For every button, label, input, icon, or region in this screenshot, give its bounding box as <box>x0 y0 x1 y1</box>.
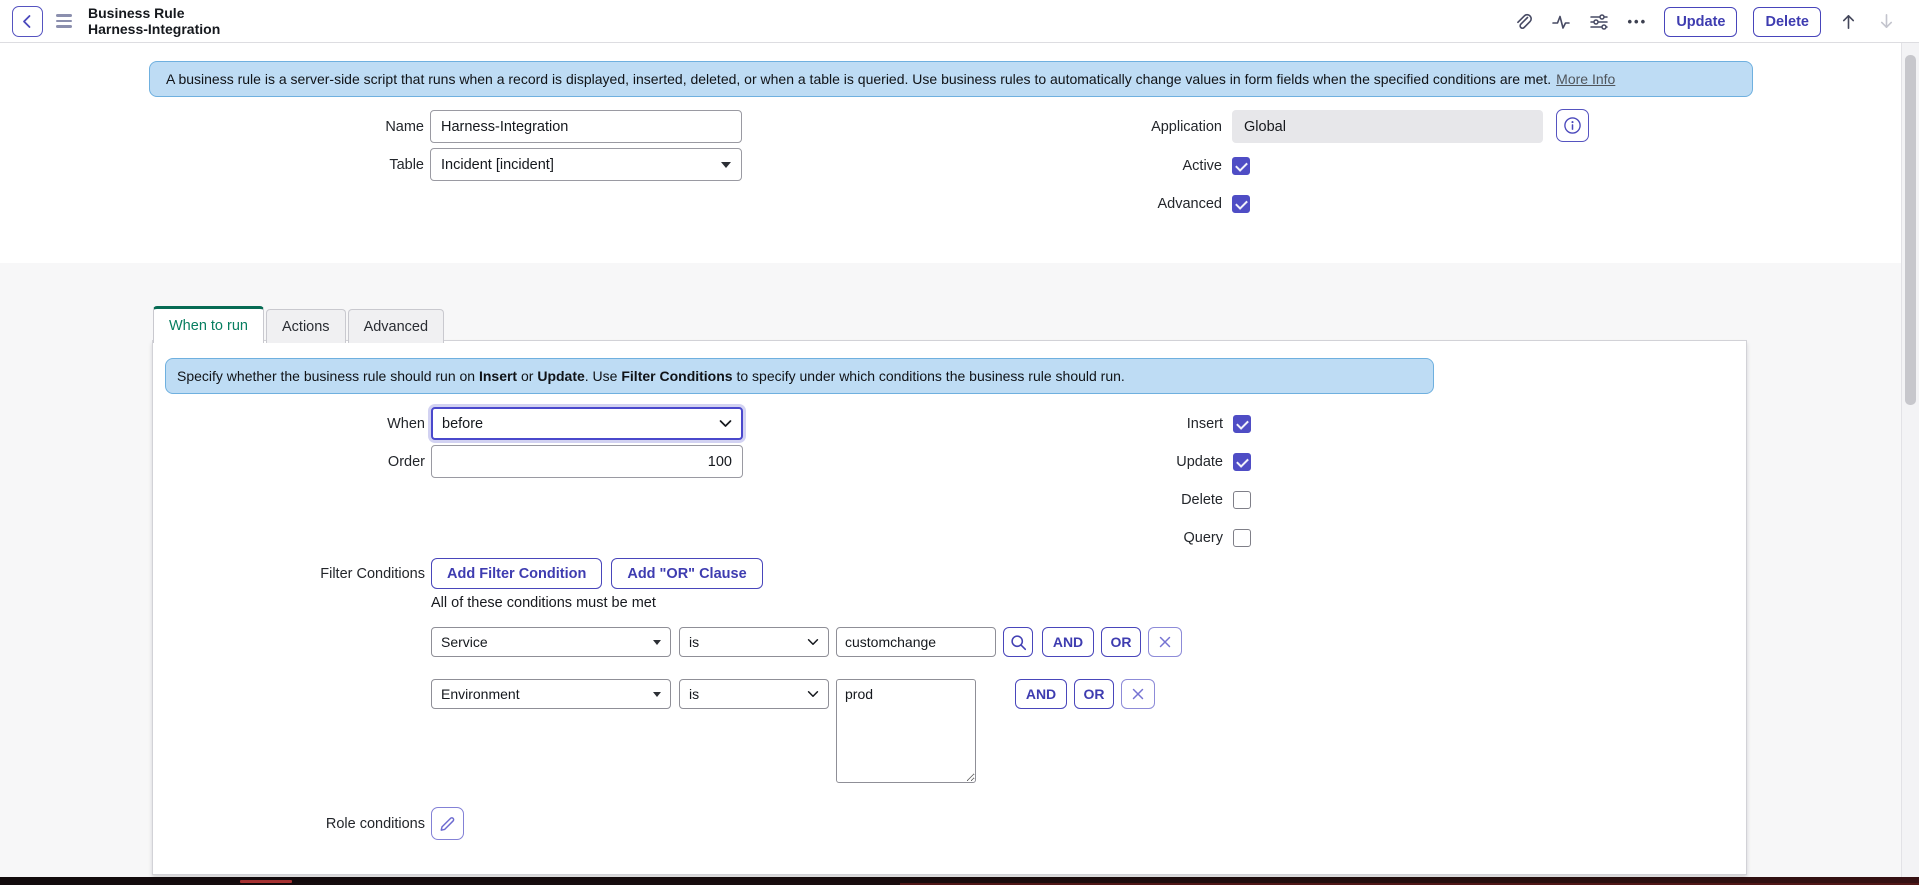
chevron-left-icon <box>20 13 35 30</box>
table-label: Table <box>180 148 424 181</box>
tab-when-to-run[interactable]: When to run <box>153 306 264 343</box>
application-label: Application <box>978 110 1222 143</box>
pulse-icon <box>1551 12 1571 32</box>
when-select-value: before <box>442 416 483 432</box>
delete-label: Delete <box>1023 491 1223 509</box>
application-info-button[interactable] <box>1556 109 1589 142</box>
add-or-clause-button[interactable]: Add "OR" Clause <box>611 558 762 589</box>
attachment-icon[interactable] <box>1512 11 1534 33</box>
condition-or-button-1[interactable]: OR <box>1101 627 1141 657</box>
scrollbar-thumb[interactable] <box>1905 55 1916 405</box>
taskbar-accent <box>240 880 292 883</box>
pencil-icon <box>438 814 457 833</box>
insert-label: Insert <box>1023 415 1223 433</box>
condition-or-button-2[interactable]: OR <box>1074 679 1114 709</box>
dropdown-triangle-icon <box>653 640 661 645</box>
chevron-down-icon <box>719 419 732 428</box>
condition-operator-value-1: is <box>689 634 699 650</box>
chevron-down-icon <box>807 638 819 646</box>
more-options-icon[interactable]: ••• <box>1626 11 1648 33</box>
name-label: Name <box>180 110 424 143</box>
activity-stream-icon[interactable] <box>1550 11 1572 33</box>
ellipsis-icon: ••• <box>1627 14 1647 29</box>
table-select-value: Incident [incident] <box>441 157 554 173</box>
name-input[interactable] <box>430 110 742 143</box>
delete-button[interactable]: Delete <box>1753 7 1821 37</box>
table-select[interactable]: Incident [incident] <box>430 148 742 181</box>
sliders-icon <box>1589 12 1609 32</box>
query-checkbox[interactable] <box>1233 529 1251 547</box>
record-type-title: Business Rule <box>88 5 220 21</box>
close-icon <box>1159 636 1171 648</box>
update-label: Update <box>1023 453 1223 471</box>
when-label: When <box>225 407 425 440</box>
when-select[interactable]: before <box>431 407 743 440</box>
condition-operator-select-2[interactable]: is <box>679 679 829 709</box>
previous-record-button[interactable] <box>1837 11 1859 33</box>
application-field: Global <box>1232 110 1543 143</box>
paperclip-icon <box>1513 12 1533 32</box>
more-info-link[interactable]: More Info <box>1556 71 1615 87</box>
tab-actions[interactable]: Actions <box>266 309 346 343</box>
advanced-label: Advanced <box>978 195 1222 213</box>
condition-remove-button-2[interactable] <box>1121 679 1155 709</box>
condition-value-input-1[interactable] <box>836 627 996 657</box>
chevron-down-icon <box>807 690 819 698</box>
condition-field-value-1: Service <box>441 634 488 650</box>
tab-advanced[interactable]: Advanced <box>348 309 445 343</box>
page-title: Business Rule Harness-Integration <box>88 5 220 37</box>
filter-conditions-label: Filter Conditions <box>225 558 425 589</box>
condition-lookup-button-1[interactable] <box>1003 627 1033 657</box>
condition-remove-button-1[interactable] <box>1148 627 1182 657</box>
condition-and-button-2[interactable]: AND <box>1015 679 1067 709</box>
back-button[interactable] <box>12 6 43 37</box>
delete-checkbox[interactable] <box>1233 491 1251 509</box>
section-message: Specify whether the business rule should… <box>165 358 1434 394</box>
active-label: Active <box>978 157 1222 175</box>
order-input[interactable] <box>431 445 743 478</box>
context-menu-icon[interactable] <box>56 14 72 28</box>
condition-and-button-1[interactable]: AND <box>1042 627 1094 657</box>
condition-operator-value-2: is <box>689 686 699 702</box>
section-message-text: Specify whether the business rule should… <box>177 368 1125 384</box>
personalize-form-icon[interactable] <box>1588 11 1610 33</box>
insert-checkbox[interactable] <box>1233 415 1251 433</box>
condition-field-select-2[interactable]: Environment <box>431 679 671 709</box>
edit-role-conditions-button[interactable] <box>431 807 464 840</box>
update-checkbox[interactable] <box>1233 453 1251 471</box>
application-value: Global <box>1244 119 1286 135</box>
close-icon <box>1132 688 1144 700</box>
arrow-up-icon <box>1839 12 1858 31</box>
record-name-title: Harness-Integration <box>88 21 220 37</box>
order-label: Order <box>225 445 425 478</box>
update-button[interactable]: Update <box>1664 7 1737 37</box>
condition-field-value-2: Environment <box>441 686 520 702</box>
when-to-run-panel: Specify whether the business rule should… <box>152 340 1747 875</box>
search-icon <box>1010 634 1027 651</box>
condition-value-textarea-2[interactable]: prod <box>836 679 976 783</box>
header-bar: Business Rule Harness-Integration <box>0 0 1919 43</box>
info-banner-text: A business rule is a server-side script … <box>166 71 1551 87</box>
arrow-down-icon <box>1877 12 1896 31</box>
active-checkbox[interactable] <box>1232 157 1250 175</box>
conditions-note: All of these conditions must be met <box>431 595 656 611</box>
role-conditions-label: Role conditions <box>225 807 425 840</box>
condition-field-select-1[interactable]: Service <box>431 627 671 657</box>
next-record-button[interactable] <box>1875 11 1897 33</box>
info-icon <box>1563 116 1582 135</box>
add-filter-condition-button[interactable]: Add Filter Condition <box>431 558 602 589</box>
advanced-checkbox[interactable] <box>1232 195 1250 213</box>
query-label: Query <box>1023 529 1223 547</box>
vertical-scrollbar[interactable] <box>1901 43 1919 877</box>
condition-operator-select-1[interactable]: is <box>679 627 829 657</box>
info-banner: A business rule is a server-side script … <box>149 61 1753 97</box>
dropdown-triangle-icon <box>653 692 661 697</box>
dropdown-triangle-icon <box>721 162 731 168</box>
